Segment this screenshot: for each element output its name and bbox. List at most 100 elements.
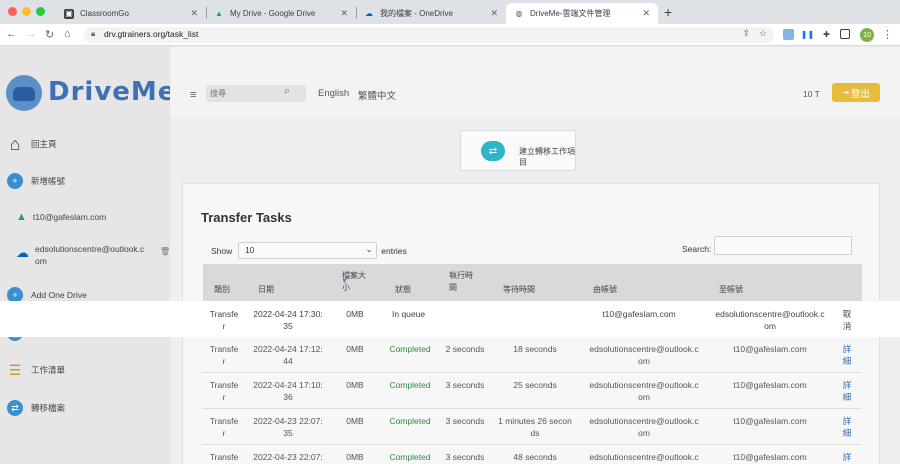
- column-header-wait-time[interactable]: 等待時間: [503, 284, 535, 296]
- detail-link[interactable]: 詳: [840, 451, 854, 463]
- onedrive-icon: ☁: [16, 245, 29, 260]
- browser-tab-google-drive[interactable]: ▲ My Drive - Google Drive ✕: [206, 3, 356, 24]
- cell-line: 18 seconds: [513, 344, 557, 354]
- sidebar-item-add-account[interactable]: + 新增帳號: [0, 168, 170, 194]
- sidebar-account-google[interactable]: ▲ t10@gafeslam.com: [16, 211, 106, 223]
- account-label-line: edsolutionscentre@outlook.c: [35, 244, 145, 254]
- close-tab-icon[interactable]: ✕: [340, 8, 348, 19]
- column-header-date[interactable]: 日期: [258, 284, 274, 296]
- entries-select-value: 10: [245, 246, 255, 255]
- logout-icon: ⇥: [842, 88, 849, 97]
- extension-icon[interactable]: [783, 29, 794, 40]
- cell-line: edsolutionscentre@outlook.c: [715, 309, 825, 319]
- close-tab-icon[interactable]: ✕: [490, 8, 498, 19]
- column-header-from[interactable]: 由帳號: [593, 284, 617, 296]
- entries-select[interactable]: 10 ⌄: [238, 242, 378, 259]
- cell-line: 25 seconds: [513, 380, 557, 390]
- header-line: 間: [449, 283, 457, 292]
- account-label: t10@gafeslam.com: [32, 212, 107, 222]
- column-header-type[interactable]: 類別: [214, 284, 230, 296]
- cell-line: 細: [842, 356, 852, 366]
- column-header-exec-time[interactable]: 執行時 間: [449, 270, 473, 294]
- cell-line: 取: [842, 309, 852, 319]
- column-header-status[interactable]: 狀態: [395, 284, 411, 296]
- cell-line: r: [222, 356, 226, 366]
- cloud-plus-icon: +: [7, 173, 23, 189]
- sidebar: DriveMe ⌂ 回主頁 + 新增帳號 ▲ t10@gafeslam.com …: [0, 47, 175, 464]
- browser-tab-bar: ▣ ClassroomGo ✕ ▲ My Drive - Google Driv…: [0, 0, 900, 24]
- cell-wait-time: 18 seconds: [492, 343, 578, 355]
- cell-line: 1 minutes 26 secon: [498, 416, 572, 426]
- cell-line: 36: [283, 392, 293, 402]
- minimize-window-button[interactable]: [22, 7, 31, 16]
- sidepanel-icon[interactable]: [840, 29, 850, 39]
- home-icon[interactable]: ⌂: [64, 28, 71, 40]
- cell-line: om: [764, 321, 776, 331]
- url-text: drv.gtrainers.org/task_list: [104, 29, 199, 39]
- cell-line: Transfe: [209, 344, 239, 354]
- more-menu-icon[interactable]: ⋮: [882, 28, 893, 41]
- cell-status: In queue: [392, 309, 426, 319]
- pause-extension-icon[interactable]: ❚❚: [801, 29, 814, 40]
- top-bar: ≡ ⌕ English 繁體中文 10 T ⇥ 登出: [170, 47, 900, 117]
- forward-icon[interactable]: →: [26, 28, 37, 40]
- search-input[interactable]: [210, 87, 280, 100]
- cell-line: 詳: [842, 416, 852, 426]
- cell-to: edsolutionscentre@outlook.c om: [710, 308, 830, 332]
- reload-icon[interactable]: ↻: [45, 28, 54, 41]
- task-list-icon: ☰: [8, 361, 22, 378]
- browser-tab-classroomgo[interactable]: ▣ ClassroomGo ✕: [56, 3, 206, 24]
- cell-exec-time: 2 seconds: [445, 344, 485, 354]
- language-chinese-link[interactable]: 繁體中文: [358, 88, 396, 102]
- browser-tab-onedrive[interactable]: ☁ 我的檔案 - OneDrive ✕: [356, 3, 506, 24]
- cell-line: edsolutionscentre@outlook.c: [589, 416, 699, 426]
- hamburger-menu-icon[interactable]: ≡: [190, 89, 196, 101]
- cell-to: t10@gafeslam.com: [733, 380, 807, 390]
- cancel-link[interactable]: 取 消: [840, 308, 854, 332]
- brand-name: DriveMe: [48, 77, 177, 107]
- sidebar-item-home[interactable]: ⌂ 回主頁: [0, 131, 170, 157]
- browser-tab-driveme[interactable]: ◍ DriveMe-雲端文件管理 ✕: [506, 3, 658, 24]
- trash-icon[interactable]: 🗑︎: [160, 247, 170, 256]
- sidebar-item-transfer[interactable]: ⇄ 轉移檔案: [0, 395, 170, 421]
- close-window-button[interactable]: [8, 7, 17, 16]
- address-bar[interactable]: 🔒︎ drv.gtrainers.org/task_list ⇪ ☆: [84, 27, 774, 43]
- column-header-size[interactable]: 檔案大 小: [342, 270, 366, 294]
- bookmark-star-icon[interactable]: ☆: [759, 28, 767, 39]
- detail-link[interactable]: 詳細: [840, 379, 854, 403]
- close-tab-icon[interactable]: ✕: [642, 8, 650, 19]
- cell-date: 2022-04-24 17:12: 44: [250, 343, 326, 367]
- puzzle-icon[interactable]: ✚: [821, 29, 832, 40]
- cell-type: Transfe r: [204, 415, 244, 439]
- cell-status: Completed: [389, 380, 431, 390]
- cell-to: t10@gafeslam.com: [733, 344, 807, 354]
- search-field[interactable]: [206, 85, 306, 102]
- column-header-to[interactable]: 至帳號: [719, 284, 743, 296]
- new-tab-button[interactable]: +: [664, 4, 672, 20]
- close-tab-icon[interactable]: ✕: [190, 8, 198, 19]
- sidebar-account-onedrive[interactable]: ☁ edsolutionscentre@outlook.c om 🗑︎: [16, 243, 170, 267]
- language-english-link[interactable]: English: [318, 88, 349, 99]
- create-task-button[interactable]: ⇄ 建立轉移工作項目: [460, 130, 576, 171]
- sidebar-item-task-list[interactable]: ☰ 工作清單: [0, 357, 170, 383]
- back-icon[interactable]: ←: [6, 28, 17, 40]
- logout-button[interactable]: ⇥ 登出: [832, 83, 880, 102]
- profile-avatar[interactable]: 10: [860, 28, 874, 42]
- entries-label: entries: [381, 245, 407, 256]
- cell-line: ds: [530, 428, 540, 438]
- logout-label: 登出: [850, 88, 870, 100]
- maximize-window-button[interactable]: [36, 7, 45, 16]
- cell-line: r: [222, 392, 226, 402]
- detail-link[interactable]: 詳細: [840, 343, 854, 367]
- tab-title: 我的檔案 - OneDrive: [380, 9, 453, 18]
- cell-line: 2022-04-23 22:07:: [253, 416, 323, 426]
- cloud-transfer-icon: ⇄: [7, 400, 23, 416]
- cell-size: 0MB: [346, 380, 364, 390]
- header-line: 小: [342, 283, 350, 292]
- cell-line: 35: [283, 321, 293, 331]
- table-row: Transfe r 2022-04-24 17:10: 36 0MB Complet…: [202, 373, 861, 409]
- search-icon[interactable]: ⌕: [284, 85, 290, 98]
- detail-link[interactable]: 詳細: [840, 415, 854, 439]
- table-search-input[interactable]: [714, 236, 852, 255]
- share-icon[interactable]: ⇪: [742, 28, 750, 39]
